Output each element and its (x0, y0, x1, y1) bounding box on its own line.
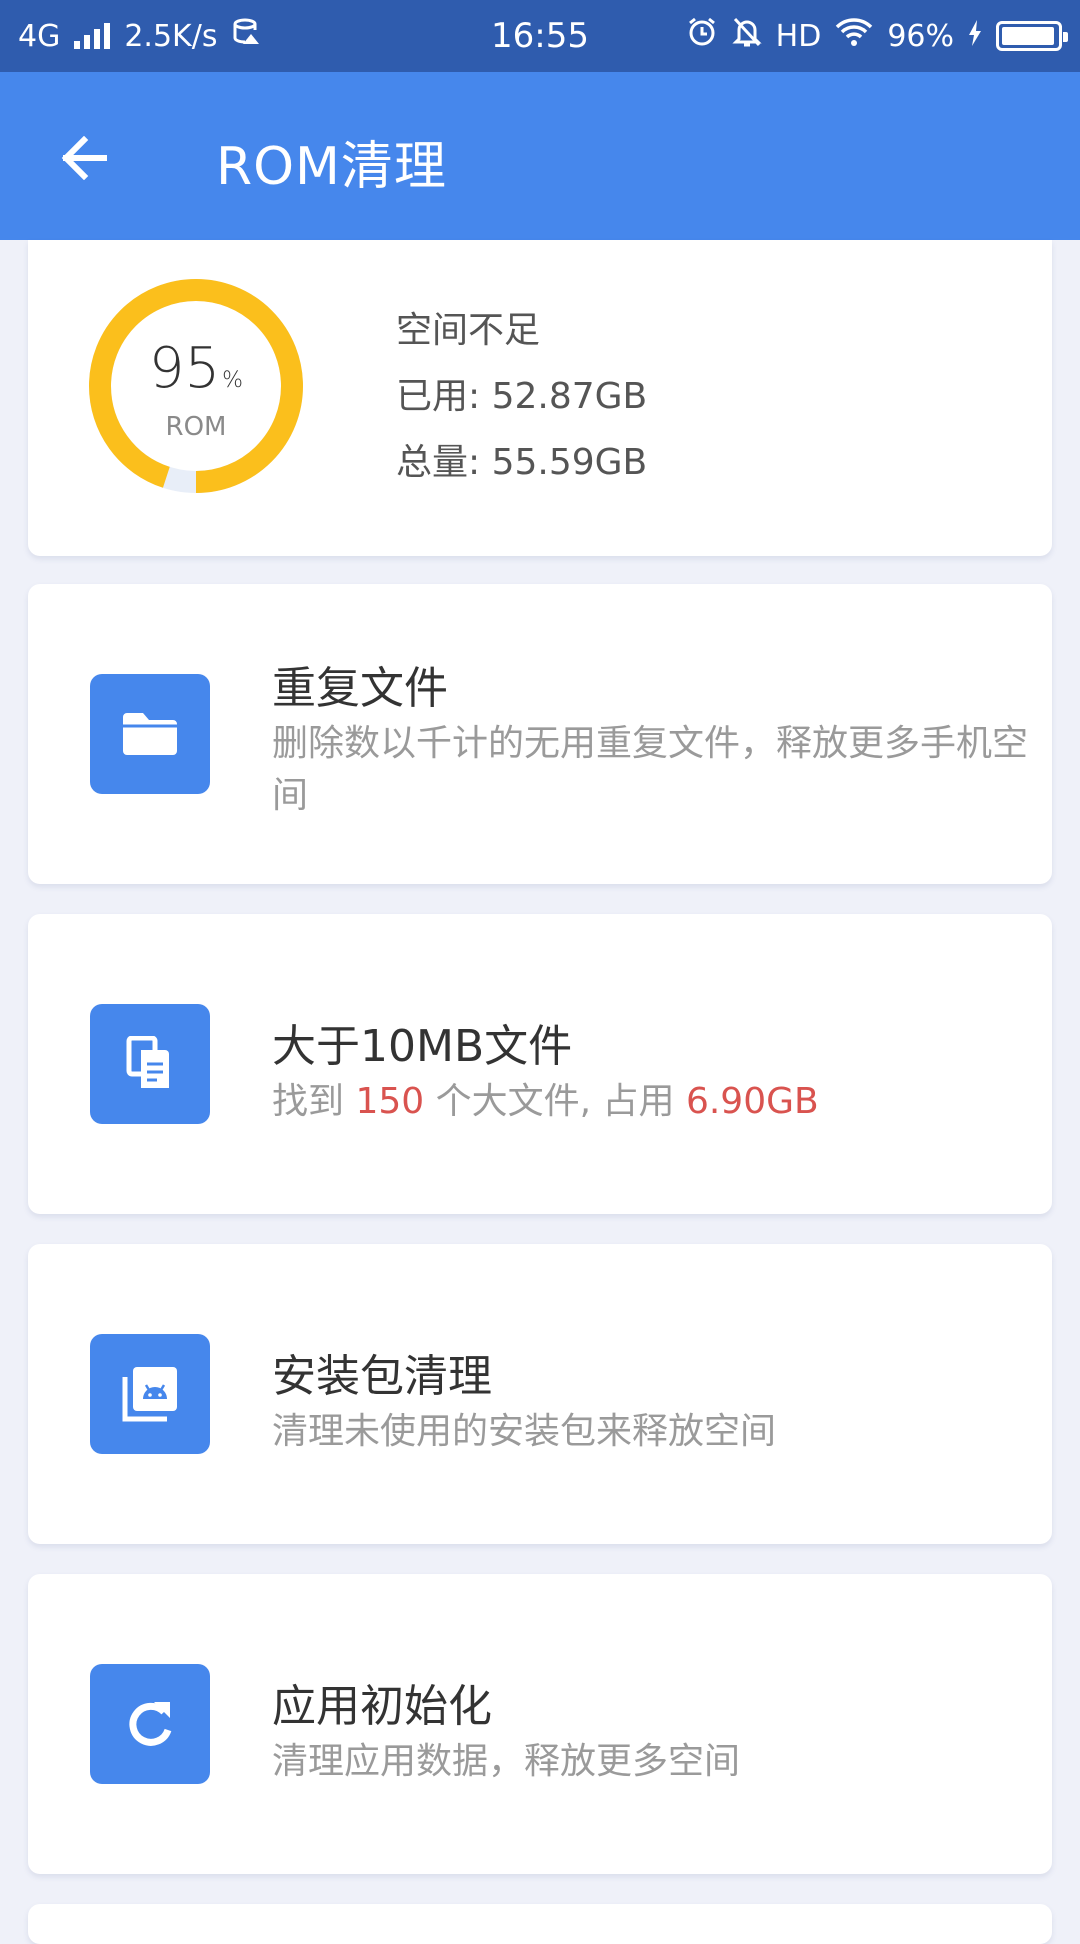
status-bar: 4G 2.5K/s 16:55 HD 96% (0, 0, 1080, 72)
storage-status: 空间不足 (396, 310, 541, 351)
percent-sign: % (222, 368, 244, 393)
gauge-label: ROM (165, 412, 227, 442)
storage-summary-card: 95% ROM 空间不足 已用: 52.87GB 总量: 55.59GB (28, 240, 1052, 556)
charging-icon (968, 19, 982, 54)
apk-cleanup-card[interactable]: 安装包清理 清理未使用的安装包来释放空间 (28, 1244, 1052, 1544)
signal-icon (74, 23, 111, 49)
next-card-partial (28, 1904, 1052, 1944)
network-type: 4G (18, 18, 61, 54)
wifi-icon (835, 17, 873, 55)
page-title: ROM清理 (216, 137, 447, 197)
storage-total: 总量: 55.59GB (396, 442, 648, 483)
arrow-left-icon (61, 136, 107, 180)
feature-title: 应用初始化 (272, 1681, 492, 1732)
alarm-icon (686, 16, 718, 56)
battery-percent: 96% (887, 18, 954, 54)
hd-label: HD (775, 18, 822, 54)
usage-percent: 95% (88, 336, 304, 401)
large-file-size: 6.90GB (685, 1081, 819, 1122)
network-speed: 2.5K/s (124, 18, 218, 54)
feature-desc: 清理应用数据，释放更多空间 (272, 1741, 741, 1782)
storage-gauge: 95% ROM (88, 278, 304, 494)
status-left: 4G 2.5K/s (18, 17, 261, 55)
storage-used: 已用: 52.87GB (396, 376, 648, 417)
feature-title: 大于10MB文件 (272, 1021, 573, 1072)
mute-bell-icon (732, 16, 762, 56)
usage-percent-value: 95 (148, 336, 221, 401)
large-files-card[interactable]: 大于10MB文件 找到 150 个大文件, 占用 6.90GB (28, 914, 1052, 1214)
status-right: HD 96% (686, 16, 1068, 56)
app-reset-card[interactable]: 应用初始化 清理应用数据，释放更多空间 (28, 1574, 1052, 1874)
feature-desc: 找到 150 个大文件, 占用 6.90GB (272, 1076, 1042, 1128)
large-file-count: 150 (355, 1081, 425, 1122)
desc-middle: 个大文件, 占用 (424, 1081, 686, 1122)
refresh-icon (90, 1664, 210, 1784)
app-header: ROM清理 (0, 72, 1080, 240)
back-button[interactable] (48, 122, 120, 194)
desc-prefix: 找到 (272, 1081, 356, 1122)
duplicate-files-card[interactable]: 重复文件 删除数以千计的无用重复文件，释放更多手机空间 (28, 584, 1052, 884)
storage-info: 空间不足 已用: 52.87GB 总量: 55.59GB (396, 298, 647, 496)
folder-icon (90, 674, 210, 794)
feature-title: 安装包清理 (272, 1351, 492, 1402)
android-package-icon (90, 1334, 210, 1454)
feature-title: 重复文件 (272, 663, 448, 714)
copy-files-icon (90, 1004, 210, 1124)
feature-desc: 清理未使用的安装包来释放空间 (272, 1411, 777, 1452)
data-saver-icon (231, 17, 261, 55)
battery-fill (1002, 27, 1054, 45)
feature-desc: 删除数以千计的无用重复文件，释放更多手机空间 (272, 723, 1029, 816)
battery-icon (996, 21, 1068, 51)
